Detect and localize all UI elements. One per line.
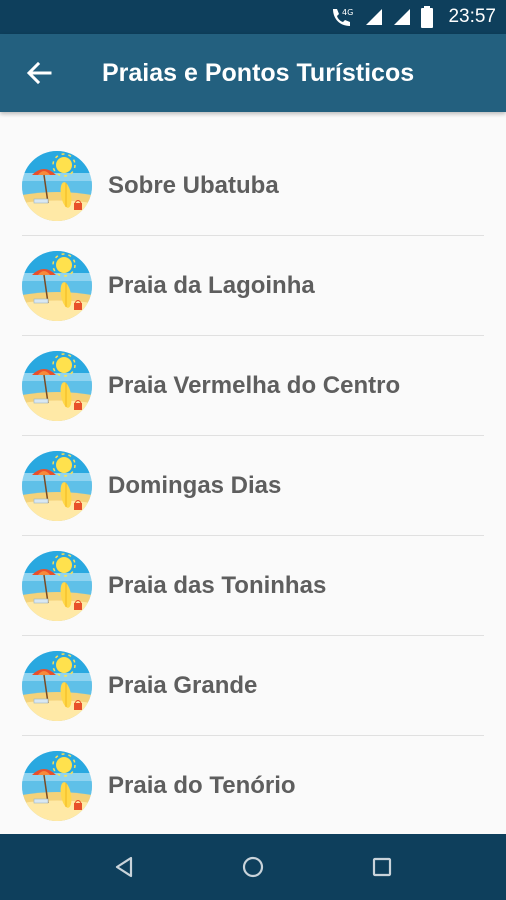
call-wifi-icon: 4G: [330, 6, 356, 28]
beach-list: Sobre Ubatuba Praia da Lagoinha Praia Ve…: [0, 112, 506, 834]
list-item-praia-grande[interactable]: Praia Grande: [0, 636, 506, 736]
list-item-praia-da-lagoinha[interactable]: Praia da Lagoinha: [0, 236, 506, 336]
page-title: Praias e Pontos Turísticos: [102, 58, 415, 87]
status-bar: 4G 23:57: [0, 0, 506, 34]
list-item-praia-do-tenorio[interactable]: Praia do Tenório: [0, 736, 506, 834]
list-item-label: Praia da Lagoinha: [108, 272, 315, 299]
nav-back-button[interactable]: [94, 837, 154, 897]
list-item-label: Praia das Toninhas: [108, 572, 327, 599]
signal-icon: [364, 7, 384, 27]
beach-icon: [22, 351, 92, 421]
nav-home-button[interactable]: [223, 837, 283, 897]
list-item-label: Praia do Tenório: [108, 772, 296, 799]
beach-icon: [22, 751, 92, 821]
triangle-back-icon: [116, 856, 133, 878]
nav-recents-button[interactable]: [352, 837, 412, 897]
list-item-label: Domingas Dias: [108, 472, 282, 499]
battery-icon: [420, 6, 434, 28]
clock-time: 23:57: [448, 6, 496, 27]
circle-home-icon: [242, 856, 264, 878]
list-item-sobre-ubatuba[interactable]: Sobre Ubatuba: [0, 136, 506, 236]
list-item-label: Praia Grande: [108, 672, 258, 699]
arrow-back-icon: [26, 61, 52, 85]
beach-icon: [22, 451, 92, 521]
beach-icon: [22, 151, 92, 221]
list-item-label: Sobre Ubatuba: [108, 172, 279, 199]
list-item-label: Praia Vermelha do Centro: [108, 372, 401, 399]
app-bar: Praias e Pontos Turísticos: [0, 34, 506, 112]
network-type-label: 4G: [342, 8, 353, 17]
beach-icon: [22, 551, 92, 621]
system-nav-bar: [0, 834, 506, 900]
beach-icon: [22, 651, 92, 721]
signal-icon-2: [392, 7, 412, 27]
list-item-domingas-dias[interactable]: Domingas Dias: [0, 436, 506, 536]
beach-icon: [22, 251, 92, 321]
back-button[interactable]: [0, 34, 80, 112]
list-item-praia-vermelha-do-centro[interactable]: Praia Vermelha do Centro: [0, 336, 506, 436]
square-recents-icon: [372, 857, 391, 877]
list-item-praia-das-toninhas[interactable]: Praia das Toninhas: [0, 536, 506, 636]
